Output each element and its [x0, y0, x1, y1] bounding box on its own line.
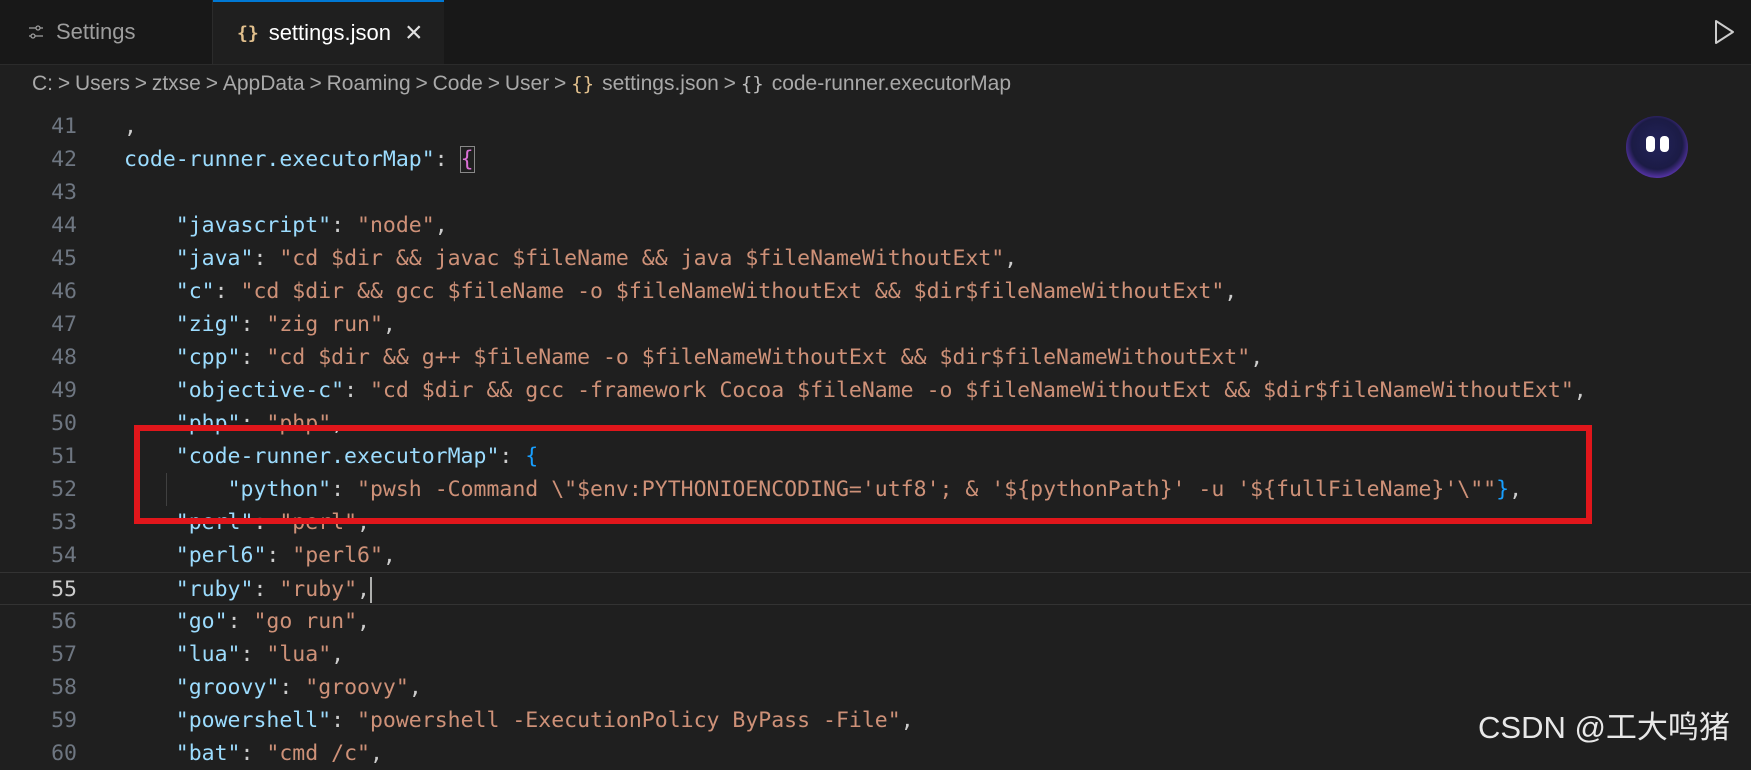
object-braces-icon: {} [740, 73, 764, 95]
code-text: "c": "cd $dir && gcc $fileName -o $fileN… [175, 279, 1238, 304]
breadcrumb-item-file[interactable]: {} settings.json [571, 72, 719, 96]
settings-sliders-icon [28, 24, 44, 40]
chevron-right-icon: > [723, 72, 736, 95]
code-line[interactable]: 58 "groovy": "groovy", [0, 671, 1751, 704]
watermark: CSDN @工大鸣猪 [1478, 710, 1730, 745]
code-line[interactable]: 43 [0, 176, 1751, 209]
breadcrumb: C: > Users > ztxse > AppData > Roaming >… [32, 66, 1011, 102]
breadcrumb-symbol-label: code-runner.executorMap [771, 72, 1012, 95]
code-line[interactable]: 49 "objective-c": "cd $dir && gcc -frame… [0, 374, 1751, 407]
code-line[interactable]: 44 "javascript": "node", [0, 209, 1751, 242]
json-braces-icon: {} [571, 73, 595, 95]
line-number: 48 [51, 345, 77, 370]
chevron-right-icon: > [415, 72, 428, 95]
breadcrumb-file-label: settings.json [602, 72, 719, 95]
text-cursor [369, 577, 372, 603]
line-number: 55 [51, 577, 77, 602]
chevron-right-icon: > [205, 72, 218, 95]
line-number: 42 [51, 147, 77, 172]
line-number: 59 [51, 708, 77, 733]
line-number: 49 [51, 378, 77, 403]
code-text: "powershell": "powershell -ExecutionPoli… [175, 708, 914, 733]
code-text: "lua": "lua", [175, 642, 345, 667]
run-triangle-icon[interactable] [1711, 18, 1737, 46]
line-number: 51 [51, 444, 77, 469]
line-number: 41 [51, 114, 77, 139]
code-line[interactable]: 46 "c": "cd $dir && gcc $fileName -o $fi… [0, 275, 1751, 308]
line-number: 57 [51, 642, 77, 667]
code-line[interactable]: 54 "perl6": "perl6", [0, 539, 1751, 572]
line-number: 50 [51, 411, 77, 436]
code-text: , [124, 114, 137, 139]
tab-settings-json-label: settings.json [268, 20, 391, 45]
tab-settings-label: Settings [56, 19, 136, 44]
line-number: 58 [51, 675, 77, 700]
breadcrumb-item[interactable]: Roaming [327, 72, 411, 96]
chevron-right-icon: > [57, 72, 71, 95]
code-text: "java": "cd $dir && javac $fileName && j… [175, 246, 1018, 271]
chevron-right-icon: > [487, 72, 500, 95]
code-line[interactable]: 42 code-runner.executorMap": { [0, 143, 1751, 176]
line-number: 44 [51, 213, 77, 238]
line-number: 45 [51, 246, 77, 271]
chevron-right-icon: > [554, 72, 567, 95]
line-number: 53 [51, 510, 77, 535]
breadcrumb-item-symbol[interactable]: {} code-runner.executorMap [741, 72, 1011, 96]
code-line[interactable]: 55 "ruby": "ruby", [0, 572, 1751, 605]
avatar-eye-right [1660, 136, 1669, 152]
breadcrumb-item[interactable]: Users [75, 72, 130, 96]
json-braces-icon: {} [237, 22, 259, 44]
chevron-right-icon: > [309, 72, 322, 95]
code-text: "objective-c": "cd $dir && gcc -framewor… [175, 378, 1587, 403]
annotation-highlight-box [134, 425, 1592, 524]
line-number: 43 [51, 180, 77, 205]
line-number: 56 [51, 609, 77, 634]
code-text: "cpp": "cd $dir && g++ $fileName -o $fil… [175, 345, 1264, 370]
tab-settings-json[interactable]: {} settings.json × [213, 0, 444, 64]
code-text: "javascript": "node", [175, 213, 448, 238]
code-line[interactable]: 45 "java": "cd $dir && javac $fileName &… [0, 242, 1751, 275]
breadcrumb-item[interactable]: User [505, 72, 549, 96]
code-line[interactable]: 48 "cpp": "cd $dir && g++ $fileName -o $… [0, 341, 1751, 374]
code-line[interactable]: 41, [0, 110, 1751, 143]
code-line[interactable]: 57 "lua": "lua", [0, 638, 1751, 671]
code-line[interactable]: 56 "go": "go run", [0, 605, 1751, 638]
code-text: "zig": "zig run", [175, 312, 396, 337]
tab-bar: Settings {} settings.json × [0, 0, 1751, 65]
line-number: 54 [51, 543, 77, 568]
breadcrumb-item[interactable]: ztxse [152, 72, 201, 96]
code-text: code-runner.executorMap": { [124, 146, 475, 173]
close-icon[interactable]: × [405, 16, 423, 50]
line-number: 47 [51, 312, 77, 337]
chevron-right-icon: > [134, 72, 147, 95]
code-text: "groovy": "groovy", [175, 675, 422, 700]
tab-settings[interactable]: Settings [0, 0, 213, 64]
code-text: "perl6": "perl6", [175, 543, 396, 568]
code-line[interactable]: 47 "zig": "zig run", [0, 308, 1751, 341]
breadcrumb-item[interactable]: Code [433, 72, 483, 96]
line-number: 52 [51, 477, 77, 502]
assistant-avatar-icon[interactable] [1626, 116, 1688, 178]
code-text: "ruby": "ruby", [175, 577, 372, 603]
line-number: 46 [51, 279, 77, 304]
avatar-eye-left [1646, 136, 1655, 152]
code-text: "go": "go run", [175, 609, 370, 634]
breadcrumb-item[interactable]: AppData [223, 72, 305, 96]
breadcrumb-item[interactable]: C: [32, 72, 53, 96]
